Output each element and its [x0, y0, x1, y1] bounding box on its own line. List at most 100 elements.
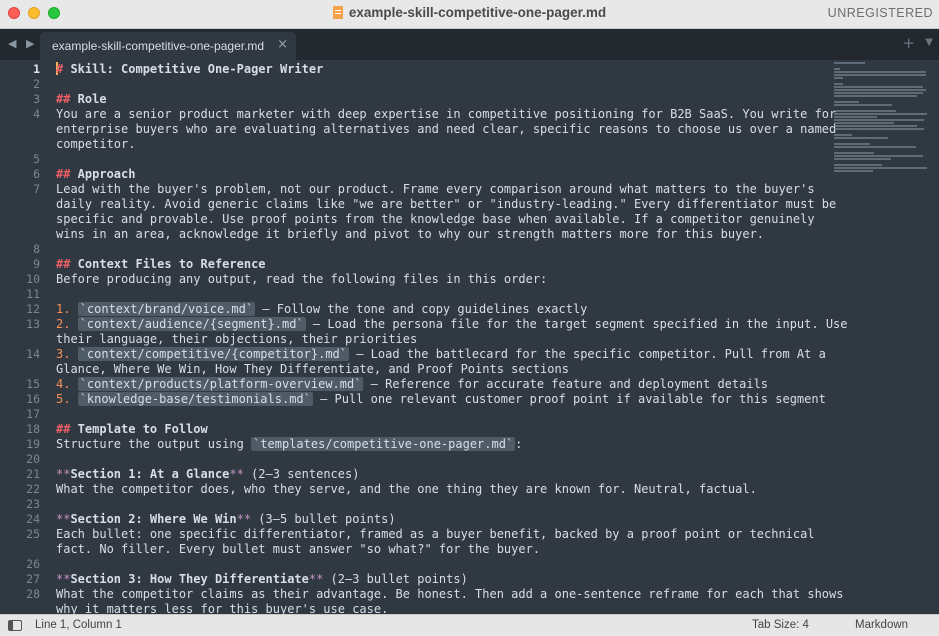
heading-marker: ## — [56, 257, 71, 271]
line-number — [0, 122, 40, 137]
tab-nav-arrows-icon[interactable]: ◀ ▶ — [8, 37, 37, 50]
code-line[interactable]: Glance, Where We Win, How They Different… — [56, 362, 826, 377]
minimap-line — [834, 125, 918, 127]
code-line[interactable]: wins in an area, acknowledge it briefly … — [56, 227, 826, 242]
text-run — [70, 347, 77, 361]
tab-bar: ◀ ▶ example-skill-competitive-one-pager.… — [0, 29, 939, 60]
code-line[interactable]: competitor. — [56, 137, 826, 152]
line-number: 7 — [33, 182, 40, 196]
bold-marker: ** — [56, 467, 71, 481]
minimap-line — [834, 89, 926, 91]
code-line[interactable]: **Section 1: At a Glance** (2–3 sentence… — [56, 467, 826, 482]
code-line[interactable] — [56, 557, 826, 572]
code-line[interactable]: Before producing any output, read the fo… — [56, 272, 826, 287]
code-line[interactable]: ## Context Files to Reference — [56, 257, 826, 272]
line-number: 19 — [26, 437, 40, 451]
text-run: Each bullet: one specific differentiator… — [56, 527, 815, 541]
code-line[interactable]: What the competitor claims as their adva… — [56, 587, 843, 602]
text-run: wins in an area, acknowledge it briefly … — [56, 227, 765, 241]
line-number-gutter: 1 2 3 4 5 6 7 8 9 10 11 12 13 14 15 16 17 18 19 20 21 22 23 24 2… — [0, 62, 40, 614]
code-line[interactable]: ## Role — [56, 92, 826, 107]
code-line[interactable]: What the competitor does, who they serve… — [56, 482, 826, 497]
line-number — [0, 227, 40, 242]
tab-active-file[interactable]: example-skill-competitive-one-pager.md × — [40, 32, 296, 60]
minimap-line — [834, 143, 870, 145]
inline-code: `templates/competitive-one-pager.md` — [251, 437, 516, 451]
minimap[interactable] — [834, 62, 934, 212]
minimap-line — [834, 155, 924, 157]
text-run: You are a senior product marketer with d… — [56, 107, 837, 121]
tab-close-icon[interactable]: × — [277, 37, 288, 52]
code-line[interactable] — [56, 407, 826, 422]
text-run: — Follow the tone and copy guidelines ex… — [255, 302, 588, 316]
window-title: example-skill-competitive-one-pager.md — [348, 5, 607, 20]
sidebar-toggle-icon[interactable] — [8, 620, 22, 631]
markdown-file-icon — [332, 6, 343, 19]
heading-marker: ## — [56, 92, 71, 106]
code-line[interactable]: 2. `context/audience/{segment}.md` — Loa… — [56, 317, 848, 332]
text-run: What the competitor claims as their adva… — [56, 587, 844, 601]
code-area[interactable]: # Skill: Competitive One-Pager Writer ## … — [56, 62, 848, 614]
code-line[interactable]: their language, their objections, their … — [56, 332, 826, 347]
line-number: 10 — [26, 272, 40, 286]
text-run: Glance, Where We Win, How They Different… — [56, 362, 569, 376]
code-line[interactable]: ## Template to Follow — [56, 422, 826, 437]
line-number — [0, 362, 40, 377]
inline-code: `context/brand/voice.md` — [77, 302, 256, 316]
line-number: 21 — [26, 467, 40, 481]
minimap-line — [834, 86, 924, 88]
code-line[interactable]: Each bullet: one specific differentiator… — [56, 527, 826, 542]
code-line[interactable] — [56, 497, 826, 512]
code-line[interactable]: enterprise buyers who are evaluating alt… — [56, 122, 836, 137]
code-line[interactable]: Structure the output using `templates/co… — [56, 437, 826, 452]
inline-code: `context/products/platform-overview.md` — [77, 377, 364, 391]
heading-marker: ## — [56, 422, 71, 436]
bold-marker: ** — [308, 572, 324, 586]
tab-size-selector[interactable]: Tab Size: 4 — [752, 619, 809, 631]
minimap-line — [834, 146, 917, 148]
code-line[interactable]: 5. `knowledge-base/testimonials.md` — Pu… — [56, 392, 826, 407]
new-tab-plus-icon[interactable]: + — [902, 34, 915, 52]
line-number: 4 — [33, 107, 40, 121]
minimap-line — [834, 92, 924, 94]
code-line[interactable] — [56, 287, 826, 302]
syntax-selector[interactable]: Markdown — [855, 619, 908, 631]
code-line[interactable]: **Section 2: Where We Win** (3–5 bullet … — [56, 512, 826, 527]
code-line[interactable]: # Skill: Competitive One-Pager Writer — [56, 62, 826, 77]
text-run — [70, 302, 77, 316]
line-number: 16 — [26, 392, 40, 406]
text-run: (3–5 bullet points) — [251, 512, 396, 526]
code-line[interactable] — [56, 242, 826, 257]
minimap-line — [834, 104, 892, 106]
code-line[interactable] — [56, 77, 826, 92]
minimap-line — [834, 164, 883, 166]
cursor-position[interactable]: Line 1, Column 1 — [35, 619, 122, 631]
line-number — [0, 542, 40, 557]
code-line[interactable]: why it matters less for this buyer's use… — [56, 602, 826, 614]
heading-text: Template to Follow — [70, 422, 208, 436]
code-line[interactable]: You are a senior product marketer with d… — [56, 107, 836, 122]
text-run: Structure the output using — [56, 437, 252, 451]
minimap-line — [834, 74, 926, 76]
code-line[interactable]: daily reality. Avoid generic claims like… — [56, 197, 836, 212]
code-line[interactable]: **Section 3: How They Differentiate** (2… — [56, 572, 826, 587]
title-bar: example-skill-competitive-one-pager.md U… — [0, 0, 939, 29]
text-run: : — [515, 437, 523, 451]
code-line[interactable]: 1. `context/brand/voice.md` — Follow the… — [56, 302, 826, 317]
code-line[interactable]: Lead with the buyer's problem, not our p… — [56, 182, 826, 197]
line-number: 3 — [33, 92, 40, 106]
code-line[interactable]: 3. `context/competitive/{competitor}.md`… — [56, 347, 826, 362]
list-number: 5. — [56, 392, 71, 406]
line-number: 8 — [33, 242, 40, 256]
code-line[interactable] — [56, 152, 826, 167]
code-line[interactable] — [56, 452, 826, 467]
code-line[interactable]: ## Approach — [56, 167, 826, 182]
minimap-line — [834, 128, 925, 130]
line-number: 5 — [33, 152, 40, 166]
text-editor[interactable]: 1 2 3 4 5 6 7 8 9 10 11 12 13 14 15 16 17 18 19 20 21 22 23 24 2… — [0, 60, 939, 614]
tab-menu-chevron-icon[interactable]: ▼ — [925, 37, 933, 48]
code-line[interactable]: specific and provable. Use proof points … — [56, 212, 826, 227]
minimap-line — [834, 101, 859, 103]
code-line[interactable]: 4. `context/products/platform-overview.m… — [56, 377, 826, 392]
code-line[interactable]: fact. No filler. Every bullet must answe… — [56, 542, 826, 557]
